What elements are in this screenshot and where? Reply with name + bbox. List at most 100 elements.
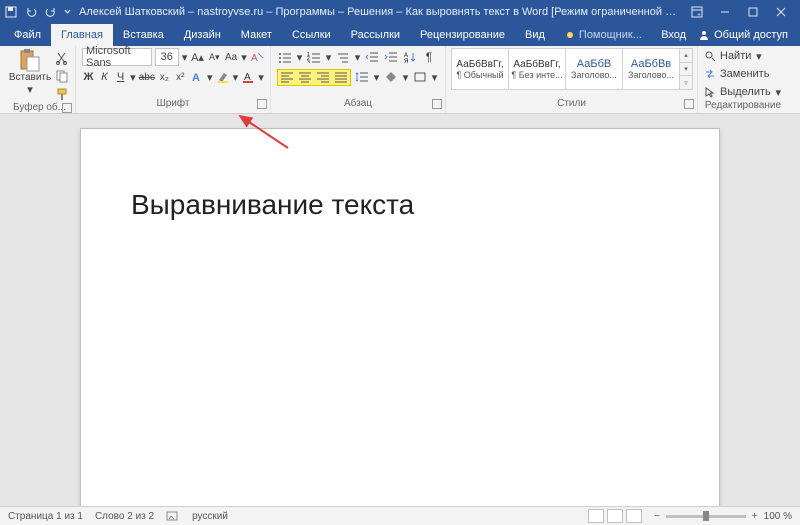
replace-icon [704, 68, 716, 80]
document-area[interactable]: Выравнивание текста [0, 114, 800, 506]
line-spacing-icon[interactable] [354, 69, 370, 85]
change-case-icon[interactable]: Aa [224, 49, 238, 65]
tab-review[interactable]: Рецензирование [410, 24, 515, 46]
maximize-icon[interactable] [744, 3, 762, 21]
increase-indent-icon[interactable] [383, 49, 399, 65]
chevron-down-icon[interactable]: ▾ [182, 51, 188, 64]
paste-button[interactable]: Вставить ▾ [10, 48, 50, 96]
show-marks-icon[interactable]: ¶ [421, 49, 437, 65]
numbering-icon[interactable]: 123 [306, 49, 322, 65]
svg-text:Я: Я [404, 59, 408, 63]
close-icon[interactable] [772, 3, 790, 21]
tab-design[interactable]: Дизайн [174, 24, 231, 46]
tab-file[interactable]: Файл [4, 24, 51, 46]
format-painter-icon[interactable] [54, 86, 70, 102]
style-normal[interactable]: АаБбВвГг,¶ Обычный [451, 48, 509, 90]
bullets-icon[interactable] [277, 49, 293, 65]
underline-icon[interactable]: Ч [114, 69, 127, 85]
group-paragraph-label: Абзац [344, 98, 372, 109]
group-clipboard-label: Буфер об... [13, 102, 66, 113]
decrease-indent-icon[interactable] [364, 49, 380, 65]
status-proofing-icon[interactable] [166, 510, 180, 522]
save-icon[interactable] [4, 5, 18, 19]
view-web-icon[interactable] [626, 509, 642, 523]
view-read-icon[interactable] [588, 509, 604, 523]
view-print-icon[interactable] [607, 509, 623, 523]
svg-text:A: A [192, 72, 200, 84]
ribbon-tabs: Файл Главная Вставка Дизайн Макет Ссылки… [0, 24, 800, 46]
zoom-level[interactable]: 100 % [764, 511, 792, 522]
signin-link[interactable]: Вход [661, 29, 686, 41]
font-name-combo[interactable]: Microsoft Sans [82, 48, 152, 66]
text-effects-icon[interactable]: A [190, 69, 204, 85]
font-launcher-icon[interactable] [257, 99, 267, 109]
chevron-down-icon: ▾ [27, 83, 34, 96]
style-heading2[interactable]: АаБбВвЗаголово... [622, 48, 680, 90]
shrink-font-icon[interactable]: A▾ [207, 49, 221, 65]
tab-insert[interactable]: Вставка [113, 24, 174, 46]
shading-icon[interactable] [383, 69, 399, 85]
styles-scroll[interactable]: ▴▾▿ [679, 48, 693, 90]
zoom-in-button[interactable]: + [752, 511, 758, 522]
status-language[interactable]: русский [192, 511, 228, 522]
clear-formatting-icon[interactable]: A [250, 49, 264, 65]
replace-button[interactable]: Заменить [704, 66, 782, 82]
tab-view[interactable]: Вид [515, 24, 555, 46]
font-color-icon[interactable]: А [241, 69, 255, 85]
select-icon [704, 86, 716, 98]
cut-icon[interactable] [54, 50, 70, 66]
multilevel-list-icon[interactable] [335, 49, 351, 65]
tell-me[interactable]: Помощник... [555, 24, 652, 46]
tab-mailings[interactable]: Рассылки [341, 24, 410, 46]
sort-icon[interactable]: АЯ [402, 49, 418, 65]
document-text[interactable]: Выравнивание текста [131, 189, 669, 221]
style-heading1[interactable]: АаБбВЗаголово... [565, 48, 623, 90]
svg-text:A: A [251, 53, 258, 64]
status-words[interactable]: Слово 2 из 2 [95, 511, 154, 522]
status-bar: Страница 1 из 1 Слово 2 из 2 русский − +… [0, 506, 800, 525]
tell-me-label: Помощник... [579, 29, 642, 41]
title-bar: Алексей Шатковский – nastroyvse.ru – Про… [0, 0, 800, 24]
align-center-icon[interactable] [297, 69, 313, 85]
strikethrough-icon[interactable]: abc [139, 69, 155, 85]
share-button[interactable]: Общий доступ [698, 29, 788, 41]
redo-icon[interactable] [44, 5, 58, 19]
paste-icon [18, 48, 42, 72]
find-icon [704, 50, 716, 62]
superscript-icon[interactable]: x² [174, 69, 187, 85]
qat-customize-icon[interactable] [64, 9, 71, 16]
justify-icon[interactable] [333, 69, 349, 85]
ribbon-options-icon[interactable] [688, 3, 706, 21]
subscript-icon[interactable]: x₂ [158, 69, 171, 85]
paragraph-launcher-icon[interactable] [432, 99, 442, 109]
borders-icon[interactable] [412, 69, 428, 85]
align-right-icon[interactable] [315, 69, 331, 85]
minimize-icon[interactable] [716, 3, 734, 21]
select-button[interactable]: Выделить▾ [704, 84, 782, 100]
copy-icon[interactable] [54, 68, 70, 84]
italic-icon[interactable]: К [98, 69, 111, 85]
window-title: Алексей Шатковский – nastroyvse.ru – Про… [71, 6, 688, 18]
zoom-slider[interactable] [666, 515, 746, 518]
grow-font-icon[interactable]: A▴ [191, 49, 205, 65]
styles-launcher-icon[interactable] [684, 99, 694, 109]
group-styles-label: Стили [557, 98, 586, 109]
alignment-highlight [277, 69, 351, 86]
font-size-combo[interactable]: 36 [155, 48, 179, 66]
align-left-icon[interactable] [279, 69, 295, 85]
style-no-spacing[interactable]: АаБбВвГг,¶ Без инте... [508, 48, 566, 90]
document-page[interactable]: Выравнивание текста [80, 128, 720, 506]
tab-layout[interactable]: Макет [231, 24, 282, 46]
find-button[interactable]: Найти▾ [704, 48, 782, 64]
group-font-label: Шрифт [157, 98, 190, 109]
undo-icon[interactable] [24, 5, 38, 19]
tab-references[interactable]: Ссылки [282, 24, 341, 46]
ribbon: Вставить ▾ Буфер об... Microsoft Sans 36… [0, 46, 800, 114]
zoom-out-button[interactable]: − [654, 511, 660, 522]
highlight-icon[interactable] [216, 69, 230, 85]
tab-home[interactable]: Главная [51, 24, 113, 46]
clipboard-launcher-icon[interactable] [62, 103, 72, 113]
bold-icon[interactable]: Ж [82, 69, 95, 85]
status-page[interactable]: Страница 1 из 1 [8, 511, 83, 522]
svg-text:3: 3 [307, 60, 310, 63]
